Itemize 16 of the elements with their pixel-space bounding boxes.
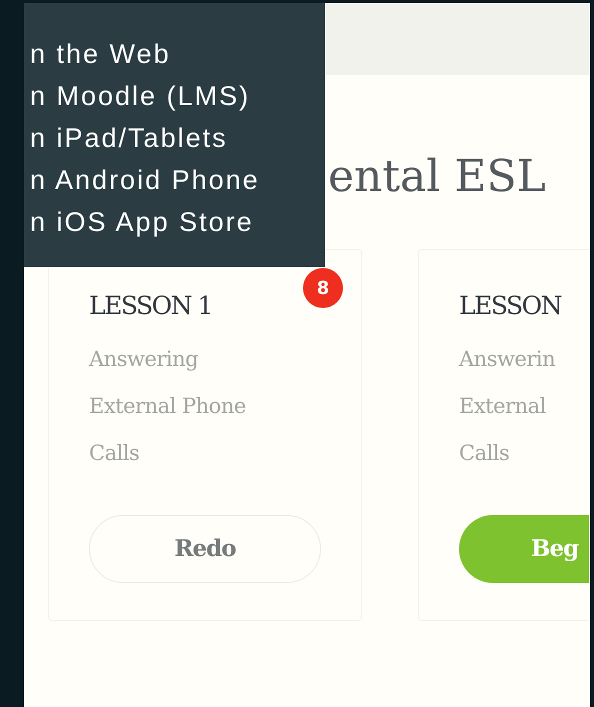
menu-item[interactable]: n iPad/Tablets (24, 117, 228, 159)
lesson-description: Calls (459, 440, 510, 468)
lesson-title: LESSON 1 (89, 290, 212, 322)
lesson-description: Answerin (459, 346, 556, 374)
lesson-description: External (459, 393, 546, 420)
menu-item[interactable]: n Android Phone (24, 159, 260, 201)
lesson-description: Answering (89, 346, 198, 374)
lesson-title: LESSON (459, 290, 562, 322)
lesson-description: Calls (89, 440, 140, 468)
redo-button[interactable]: Redo (89, 515, 321, 584)
menu-item[interactable]: n Moodle (LMS) (24, 75, 250, 117)
menu-item[interactable]: n the Web (24, 33, 171, 75)
count-badge: 8 (303, 268, 343, 308)
menu-item[interactable]: n iOS App Store (24, 201, 254, 243)
lesson-description: External Phone (89, 393, 246, 420)
page-title: ental ESL (328, 153, 546, 202)
